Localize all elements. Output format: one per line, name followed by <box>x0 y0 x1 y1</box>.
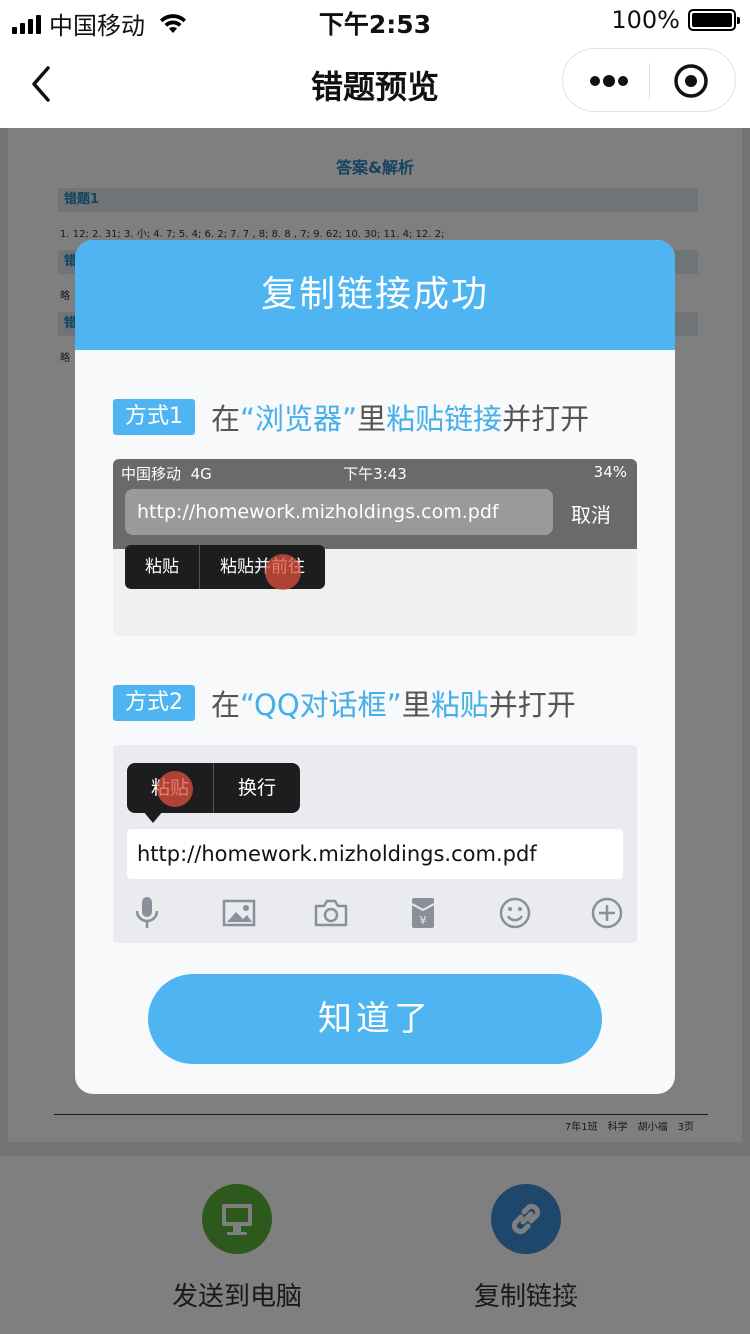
illus-paste: 粘贴 <box>145 557 179 577</box>
method1-post: 并打开 <box>502 402 590 436</box>
method2-instruction: 方式2 在 “QQ对话框” 里 粘贴 并打开 <box>113 682 576 724</box>
illus-qq-newline: 换行 <box>238 777 277 799</box>
method1-pre: 在 <box>211 402 241 436</box>
nav-bar: 错题预览 <box>0 40 750 128</box>
microphone-icon <box>135 897 159 928</box>
red-packet-icon: ¥ <box>411 898 435 928</box>
method1-badge: 方式1 <box>113 399 195 435</box>
plus-icon <box>591 897 623 929</box>
mini-program-capsule <box>562 48 736 112</box>
illus-qq-toolbar: ¥ <box>127 893 627 933</box>
method2-badge: 方式2 <box>113 685 195 721</box>
illus-paste-go: 粘贴并前往 <box>220 557 305 577</box>
more-dots-icon[interactable] <box>589 71 629 91</box>
method2-highlight-qq: “QQ对话框” <box>240 688 402 722</box>
method1-instruction: 方式1 在 “浏览器” 里 粘贴链接 并打开 <box>113 396 589 438</box>
method2-pre: 在 <box>211 688 241 722</box>
emoji-icon <box>499 897 531 929</box>
image-icon <box>222 899 256 927</box>
illustration-status-bar: 中国移动 4G 下午3:43 34% <box>113 461 637 485</box>
illus-battery: 34% <box>593 463 627 481</box>
method1-highlight-browser: “浏览器” <box>240 402 358 436</box>
method2-post: 并打开 <box>488 688 576 722</box>
method1-mid: 里 <box>357 402 387 436</box>
battery-icon <box>688 9 740 31</box>
tap-indicator <box>265 554 301 590</box>
got-it-button[interactable]: 知道了 <box>148 974 602 1064</box>
method1-highlight-paste: 粘贴链接 <box>386 402 503 436</box>
method2-highlight-paste: 粘贴 <box>430 688 489 722</box>
illus-url-field: http://homework.mizholdings.com.pdf <box>125 489 553 535</box>
illus-time: 下午3:43 <box>343 465 407 483</box>
browser-top-bar: 中国移动 4G 下午3:43 34% http://homework.mizho… <box>113 459 637 549</box>
menu-pointer <box>143 811 163 823</box>
illus-cancel: 取消 <box>571 503 611 527</box>
method2-mid: 里 <box>401 688 431 722</box>
browser-screenshot-illustration: 中国移动 4G 下午3:43 34% http://homework.mizho… <box>113 459 637 636</box>
tap-indicator <box>157 771 193 807</box>
copy-success-modal: 复制链接成功 方式1 在 “浏览器” 里 粘贴链接 并打开 中国移动 4G 下午… <box>75 240 675 1094</box>
qq-screenshot-illustration: 粘贴 换行 http://homework.mizholdings.com.pd… <box>113 745 637 943</box>
capsule-divider <box>649 63 650 99</box>
camera-icon <box>314 899 348 927</box>
modal-title: 复制链接成功 <box>75 240 675 350</box>
battery-percent: 100% <box>611 6 680 34</box>
close-target-icon[interactable] <box>673 63 709 99</box>
illus-qq-input: http://homework.mizholdings.com.pdf <box>127 829 623 879</box>
svg-text:¥: ¥ <box>420 914 427 927</box>
illus-qq-menu: 粘贴 换行 <box>127 763 301 813</box>
status-bar: 中国移动 下午2:53 100% <box>0 0 750 40</box>
